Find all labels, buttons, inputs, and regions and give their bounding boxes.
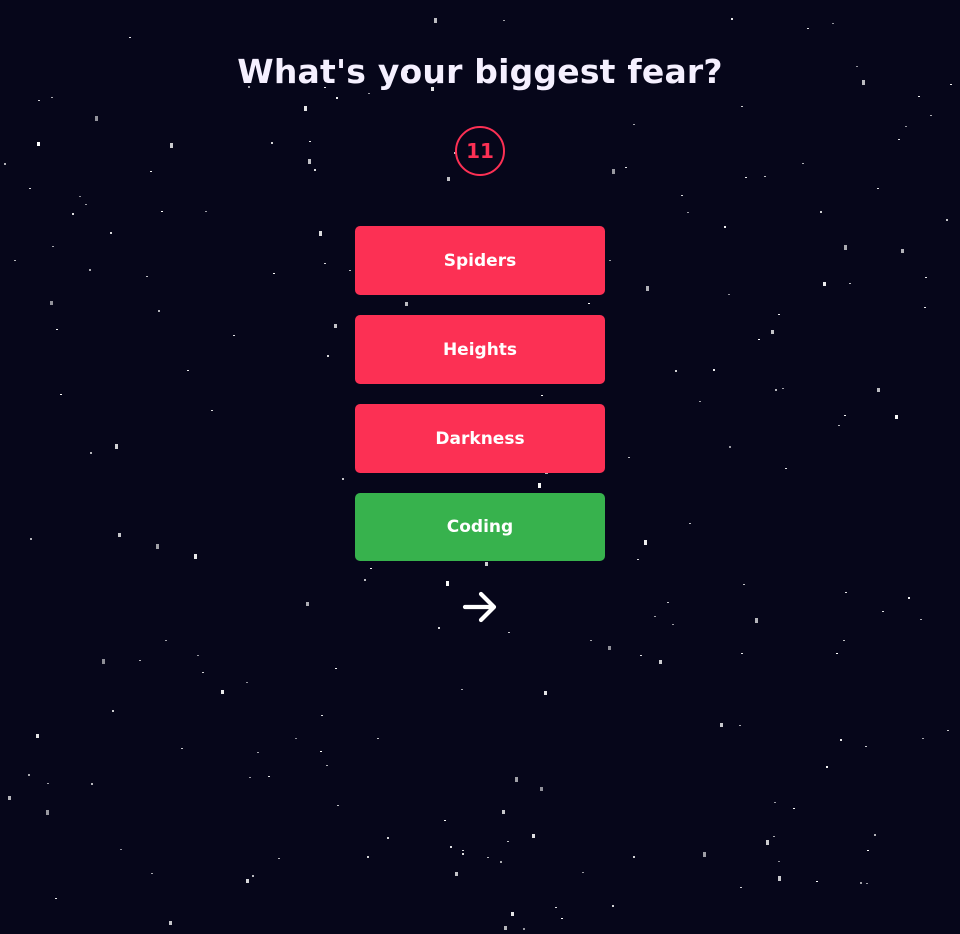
quiz-card: What's your biggest fear? 11 Spiders Hei… [0,0,960,934]
next-question-button[interactable] [460,588,500,626]
answer-button-darkness[interactable]: Darkness [355,404,605,473]
question-title: What's your biggest fear? [237,52,723,91]
answer-button-heights[interactable]: Heights [355,315,605,384]
answer-button-coding[interactable]: Coding [355,493,605,561]
arrow-right-icon [462,591,497,623]
answer-button-spiders[interactable]: Spiders [355,226,605,295]
countdown-timer: 11 [455,126,505,176]
quiz-app: What's your biggest fear? 11 Spiders Hei… [0,0,960,934]
